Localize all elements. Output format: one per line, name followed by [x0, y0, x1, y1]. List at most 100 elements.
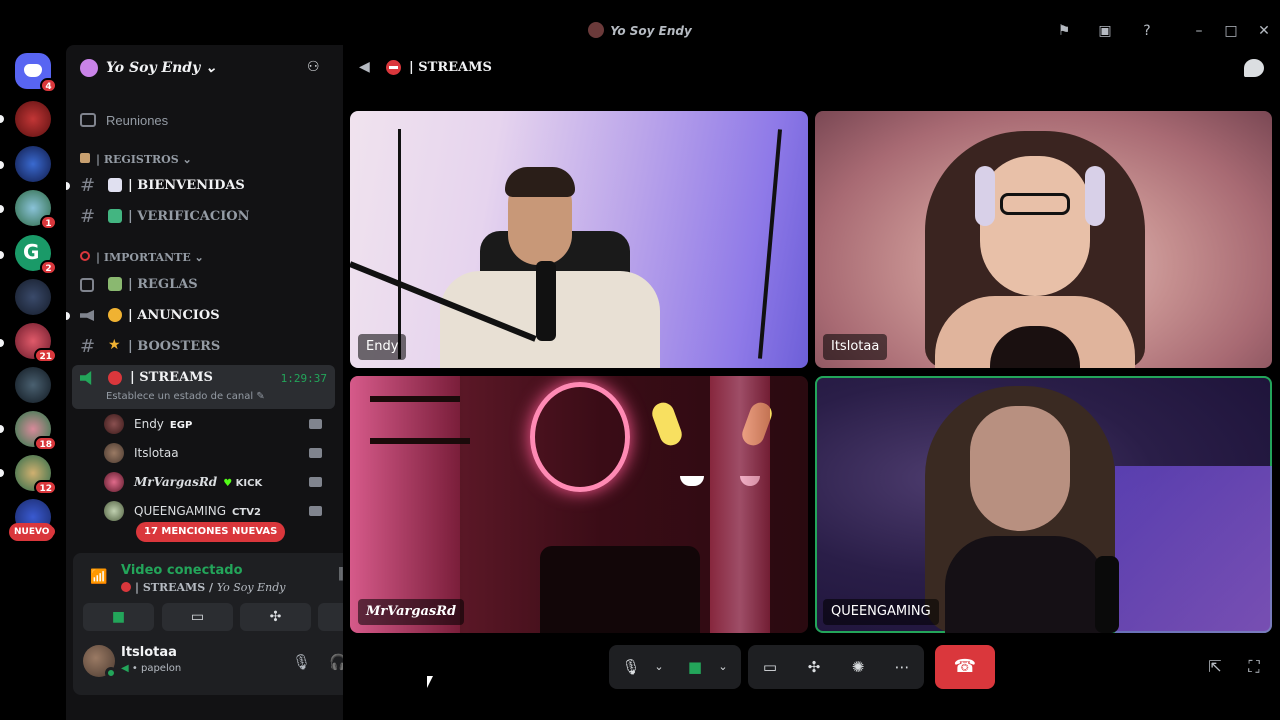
close-icon[interactable]: ✕ — [1255, 22, 1273, 40]
voice-user-name-text: MrVargasRd — [134, 475, 218, 489]
channel-bienvenidas[interactable]: # | BIENVENIDAS — [66, 172, 336, 200]
chat-icon[interactable] — [1244, 59, 1264, 77]
signal-icon[interactable]: 📶 — [90, 569, 108, 585]
category-registros[interactable]: | REGISTROS ⌄ — [80, 153, 192, 166]
microphone-icon[interactable]: 🎙 — [292, 653, 311, 671]
voice-timer: 1:29:37 — [280, 372, 327, 385]
server-icon-7[interactable] — [15, 367, 51, 403]
user-status-text: • papelon — [131, 663, 182, 674]
server-icon-9[interactable]: 12 — [15, 455, 57, 495]
channel-label: | BOOSTERS — [128, 339, 221, 354]
category-label: | REGISTROS — [96, 153, 179, 166]
bell-emoji-icon — [108, 308, 122, 322]
tile-name-label: Endy — [358, 334, 407, 360]
server-icon-4[interactable]: G 2 — [15, 235, 57, 275]
scroll-icon — [80, 153, 90, 163]
video-tile-queengaming[interactable]: QUEENGAMING — [815, 376, 1272, 633]
forum-icon — [80, 113, 96, 127]
server-icon-2[interactable] — [15, 146, 51, 182]
disconnect-button[interactable]: ☎ — [935, 645, 995, 689]
channel-label: | BIENVENIDAS — [128, 178, 245, 193]
purple-light — [1115, 466, 1272, 633]
flag-icon[interactable]: ⚑ — [1055, 22, 1073, 40]
camera-icon — [309, 448, 322, 458]
pink-wall — [350, 376, 460, 633]
channel-streams[interactable]: | STREAMS 1:29:37 Establece un estado de… — [72, 365, 335, 409]
inbox-icon[interactable]: ▣ — [1096, 22, 1114, 40]
channel-anuncios[interactable]: | ANUNCIOS — [66, 302, 336, 330]
user-tag: EGP — [169, 420, 193, 431]
new-mentions-pill[interactable]: 17 MENCIONES NUEVAS — [136, 522, 286, 542]
tile-name-label: MrVargasRd — [358, 599, 465, 625]
camera-toggle[interactable]: ■ — [681, 653, 709, 681]
video-tile-mrvargasrd[interactable]: MrVargasRd — [350, 376, 808, 633]
server-icon-3[interactable]: 1 — [15, 190, 57, 230]
prohibited-icon — [80, 251, 90, 261]
video-tile-endy[interactable]: Endy — [350, 111, 808, 368]
audio-video-controls: 🎙 ⌄ ■ ⌄ — [609, 645, 741, 689]
screen-share-button[interactable]: ▭ — [162, 603, 233, 631]
soundboard-icon[interactable]: ✺ — [844, 653, 872, 681]
g-letter-icon: G — [23, 240, 40, 264]
neon-banana — [649, 399, 685, 449]
direct-messages-button[interactable]: 4 — [15, 53, 57, 93]
voice-channel-path[interactable]: | STREAMS / Yo Soy Endy — [121, 581, 286, 594]
category-label: | IMPORTANTE — [96, 251, 191, 264]
server-icon-8[interactable]: 18 — [15, 411, 57, 451]
user-tag: CTV2 — [232, 507, 261, 518]
user-name[interactable]: Itslotaa — [121, 645, 177, 660]
voice-stage: ◀ | STREAMS Endy Itslotaa MrVargasRd QUE… — [343, 45, 1280, 720]
user-tag-text: KICK — [235, 478, 263, 489]
category-importante[interactable]: | IMPORTANTE ⌄ — [80, 251, 204, 264]
server-unread-pill — [0, 425, 4, 433]
chevron-down-icon[interactable]: ⌄ — [709, 653, 737, 681]
channel-verificacion[interactable]: # | VERIFICACION — [74, 203, 336, 231]
avatar — [104, 414, 124, 434]
help-icon[interactable]: ? — [1138, 22, 1156, 40]
voice-channel-name: | STREAMS / — [135, 581, 217, 594]
voice-speaker-icon: ◀ — [359, 59, 370, 75]
server-badge: 2 — [40, 260, 57, 275]
microphone-toggle[interactable]: 🎙 — [617, 653, 645, 681]
server-icon-5[interactable] — [15, 279, 51, 315]
pop-out-icon[interactable]: ⇱ — [1205, 657, 1225, 677]
voice-user-name: Endy EGP — [134, 417, 192, 431]
channel-status-link[interactable]: Establece un estado de canal ✎ — [106, 391, 265, 402]
microphone — [1095, 556, 1119, 633]
channel-reglas[interactable]: | REGLAS — [74, 271, 336, 299]
voice-status-title[interactable]: Video conectado — [121, 563, 243, 578]
channel-reuniones[interactable]: Reuniones — [74, 107, 336, 135]
person-hair — [505, 167, 575, 197]
screen-share-icon[interactable]: ▭ — [756, 653, 784, 681]
new-unreads-pill[interactable]: NUEVO — [9, 523, 55, 541]
more-options-icon[interactable]: ⋯ — [888, 653, 916, 681]
voice-user-endy[interactable]: Endy EGP — [104, 411, 334, 437]
chevron-down-icon[interactable]: ⌄ — [645, 653, 673, 681]
channel-label: | ANUNCIOS — [128, 308, 220, 323]
camera-button[interactable]: ■ — [83, 603, 154, 631]
avatar — [104, 443, 124, 463]
invite-people-icon[interactable]: ⚇ — [307, 59, 325, 77]
mirror-door — [710, 376, 770, 633]
activities-button[interactable]: ✣ — [240, 603, 311, 631]
maximize-icon[interactable]: □ — [1222, 22, 1240, 40]
voice-user-queengaming[interactable]: QUEENGAMING CTV2 — [104, 498, 334, 524]
server-icon-6[interactable]: 21 — [15, 323, 57, 363]
voice-user-itslotaa[interactable]: Itslotaa — [104, 440, 334, 466]
avatar[interactable] — [83, 645, 117, 679]
channel-label: Reuniones — [106, 113, 169, 128]
minimize-icon[interactable]: – — [1190, 22, 1208, 40]
guild-header[interactable]: Yo Soy Endy ⌄ ⚇ — [66, 45, 343, 91]
lamp-pole — [757, 129, 783, 359]
user-tag: ♥ KICK — [223, 478, 262, 489]
channel-boosters[interactable]: # ★ | BOOSTERS — [74, 333, 336, 361]
lamp — [680, 476, 704, 486]
activities-icon[interactable]: ✣ — [800, 653, 828, 681]
server-icon-1[interactable] — [15, 101, 51, 137]
server-unread-pill — [0, 469, 4, 477]
envelope-emoji-icon — [108, 178, 122, 192]
video-tile-itslotaa[interactable]: Itslotaa — [815, 111, 1272, 368]
fullscreen-icon[interactable]: ⛶ — [1244, 657, 1264, 677]
voice-user-mrvargasrd[interactable]: MrVargasRd ♥ KICK — [104, 469, 334, 495]
tile-name-label: Itslotaa — [823, 334, 888, 360]
